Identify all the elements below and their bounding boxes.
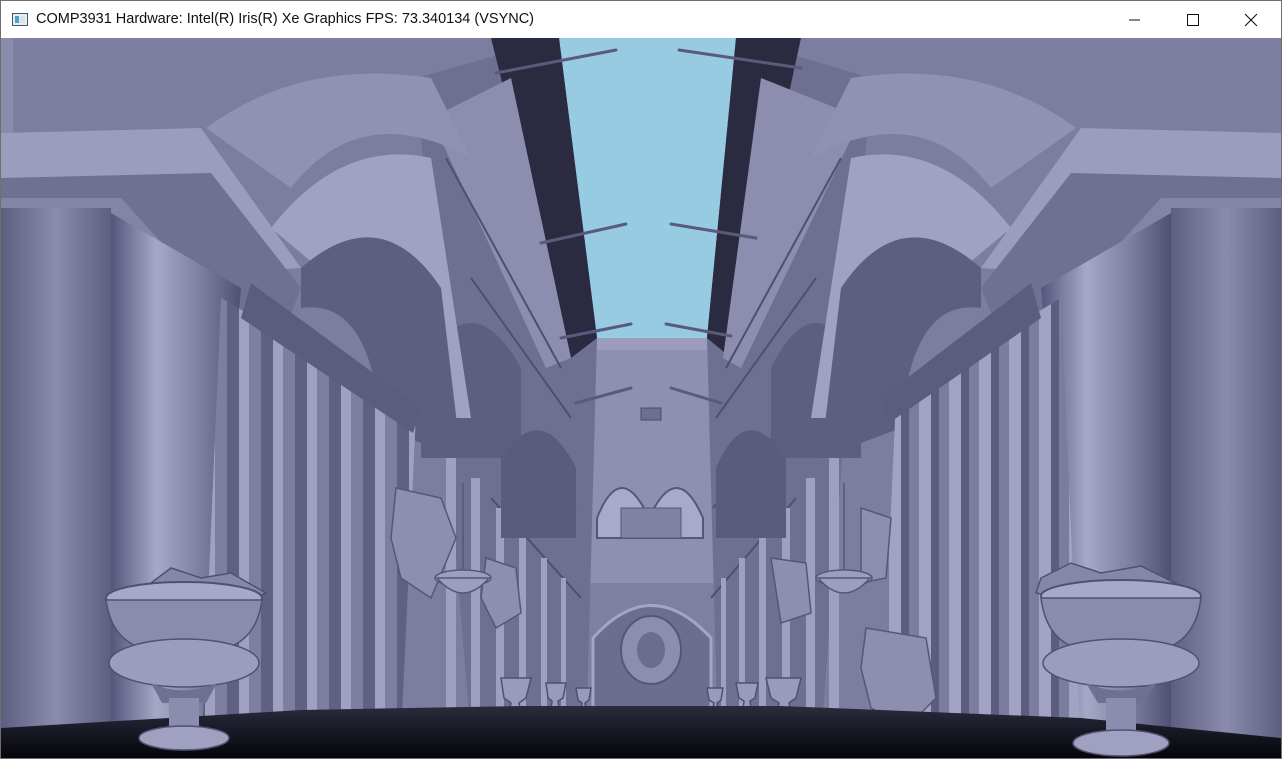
- window-title: COMP3931 Hardware: Intel(R) Iris(R) Xe G…: [36, 11, 535, 27]
- title-bar[interactable]: COMP3931 Hardware: Intel(R) Iris(R) Xe G…: [1, 1, 1281, 38]
- close-icon: [1244, 13, 1258, 26]
- minimize-icon: [1129, 19, 1140, 20]
- maximize-icon: [1187, 13, 1199, 26]
- application-window: COMP3931 Hardware: Intel(R) Iris(R) Xe G…: [0, 0, 1282, 759]
- application-window-icon[interactable]: [12, 13, 28, 26]
- close-button[interactable]: [1222, 1, 1280, 38]
- atrium-scene: [1, 38, 1281, 758]
- render-viewport[interactable]: [1, 38, 1281, 758]
- minimize-button[interactable]: [1106, 1, 1164, 38]
- maximize-button[interactable]: [1164, 1, 1222, 38]
